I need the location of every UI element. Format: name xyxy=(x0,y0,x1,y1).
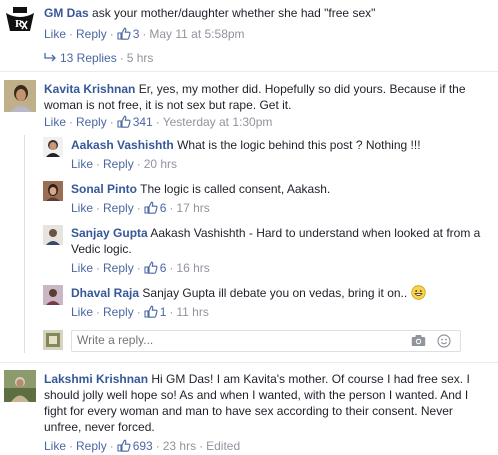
reply-button[interactable]: Reply xyxy=(76,115,107,129)
comment-actions: Like · Reply · 341 · Yesterday at 1:30pm xyxy=(44,115,273,129)
reply-thread-line xyxy=(24,135,25,353)
edited-label[interactable]: Edited xyxy=(206,439,240,453)
replies-count[interactable]: 13 Replies xyxy=(60,51,117,65)
reply-body: Dhaval Raja Sanjay Gupta ill debate you … xyxy=(71,285,481,304)
reply-input[interactable] xyxy=(77,333,397,347)
commenter-name[interactable]: Dhaval Raja xyxy=(71,286,139,300)
reply-button[interactable]: Reply xyxy=(76,27,107,41)
reply-button[interactable]: Reply xyxy=(103,201,134,215)
reply-button[interactable]: Reply xyxy=(76,439,107,453)
reply-body: Aakash Vashishth What is the logic behin… xyxy=(71,137,481,153)
comment-text: Sanjay Gupta ill debate you on vedas, br… xyxy=(142,286,408,300)
commenter-name[interactable]: Sanjay Gupta xyxy=(71,226,148,240)
like-button[interactable]: Like xyxy=(71,201,93,215)
like-button[interactable]: Like xyxy=(71,305,93,319)
reply-arrow-icon xyxy=(44,52,57,66)
divider xyxy=(0,362,498,363)
view-replies-link[interactable]: 13 Replies · 5 hrs xyxy=(44,51,153,66)
comment-timestamp[interactable]: 11 hrs xyxy=(176,305,208,319)
like-button[interactable]: Like xyxy=(71,261,93,275)
comment-timestamp[interactable]: 23 hrs xyxy=(163,439,196,453)
like-button[interactable]: Like xyxy=(44,439,66,453)
thumbs-up-icon xyxy=(144,201,158,217)
avatar[interactable] xyxy=(4,370,36,402)
replies-timestamp: 5 hrs xyxy=(126,51,154,65)
comment-text: The logic is called consent, Aakash. xyxy=(140,182,331,196)
avatar[interactable] xyxy=(43,137,63,157)
reply-actions: Like · Reply · 1 · 11 hrs xyxy=(71,305,209,321)
thumbs-up-icon xyxy=(117,27,131,43)
comment-body: GM Das ask your mother/daughter whether … xyxy=(44,5,484,21)
like-count[interactable]: 693 xyxy=(117,439,153,453)
like-count[interactable]: 6 xyxy=(144,261,166,277)
reply-button[interactable]: Reply xyxy=(103,305,134,319)
comment-timestamp[interactable]: 17 hrs xyxy=(176,201,209,215)
comment-timestamp[interactable]: 20 hrs xyxy=(144,157,177,171)
like-button[interactable]: Like xyxy=(44,27,66,41)
avatar[interactable] xyxy=(4,80,36,112)
reply-actions: Like · Reply · 6 · 16 hrs xyxy=(71,261,210,277)
like-count[interactable]: 6 xyxy=(144,201,166,217)
reply-body: Sonal Pinto The logic is called consent,… xyxy=(71,181,481,197)
comment-text: ask your mother/daughter whether she had… xyxy=(92,6,376,20)
reply-button[interactable]: Reply xyxy=(103,261,134,275)
thumbs-up-icon xyxy=(144,261,158,277)
commenter-name[interactable]: Aakash Vashishth xyxy=(71,138,174,152)
emoji-icon[interactable] xyxy=(437,334,451,351)
comment-timestamp[interactable]: May 11 at 5:58pm xyxy=(149,27,244,41)
reply-body: Sanjay Gupta Aakash Vashishth - Hard to … xyxy=(71,225,481,257)
reply-button[interactable]: Reply xyxy=(103,157,134,171)
comment-text: What is the logic behind this post ? Not… xyxy=(177,138,421,152)
commenter-name[interactable]: Lakshmi Krishnan xyxy=(44,372,148,386)
like-button[interactable]: Like xyxy=(44,115,66,129)
commenter-name[interactable]: Kavita Krishnan xyxy=(44,82,135,96)
comment-timestamp[interactable]: 16 hrs xyxy=(176,261,209,275)
like-count[interactable]: 1 xyxy=(144,305,166,321)
avatar[interactable]: R xyxy=(4,4,36,36)
divider xyxy=(0,71,498,72)
reply-input-box[interactable] xyxy=(71,330,461,352)
like-button[interactable]: Like xyxy=(71,157,93,171)
camera-icon[interactable] xyxy=(411,334,426,350)
commenter-name[interactable]: GM Das xyxy=(44,6,89,20)
commenter-name[interactable]: Sonal Pinto xyxy=(71,182,137,196)
comment-actions: Like · Reply · 3 · May 11 at 5:58pm xyxy=(44,27,245,43)
like-count[interactable]: 3 xyxy=(117,27,139,43)
avatar[interactable] xyxy=(43,181,63,201)
reply-actions: Like · Reply · 20 hrs xyxy=(71,157,178,171)
like-count[interactable]: 341 xyxy=(117,115,153,129)
thumbs-up-icon xyxy=(117,115,131,131)
comment-body: Kavita Krishnan Er, yes, my mother did. … xyxy=(44,81,484,113)
avatar[interactable] xyxy=(43,225,63,245)
comment-body: Lakshmi Krishnan Hi GM Das! I am Kavita'… xyxy=(44,371,489,435)
grin-emoji-icon xyxy=(410,285,426,304)
reply-actions: Like · Reply · 6 · 17 hrs xyxy=(71,201,210,217)
avatar[interactable] xyxy=(43,285,63,305)
thumbs-up-icon xyxy=(144,305,158,321)
current-user-avatar xyxy=(43,330,63,350)
comment-timestamp[interactable]: Yesterday at 1:30pm xyxy=(163,115,273,129)
